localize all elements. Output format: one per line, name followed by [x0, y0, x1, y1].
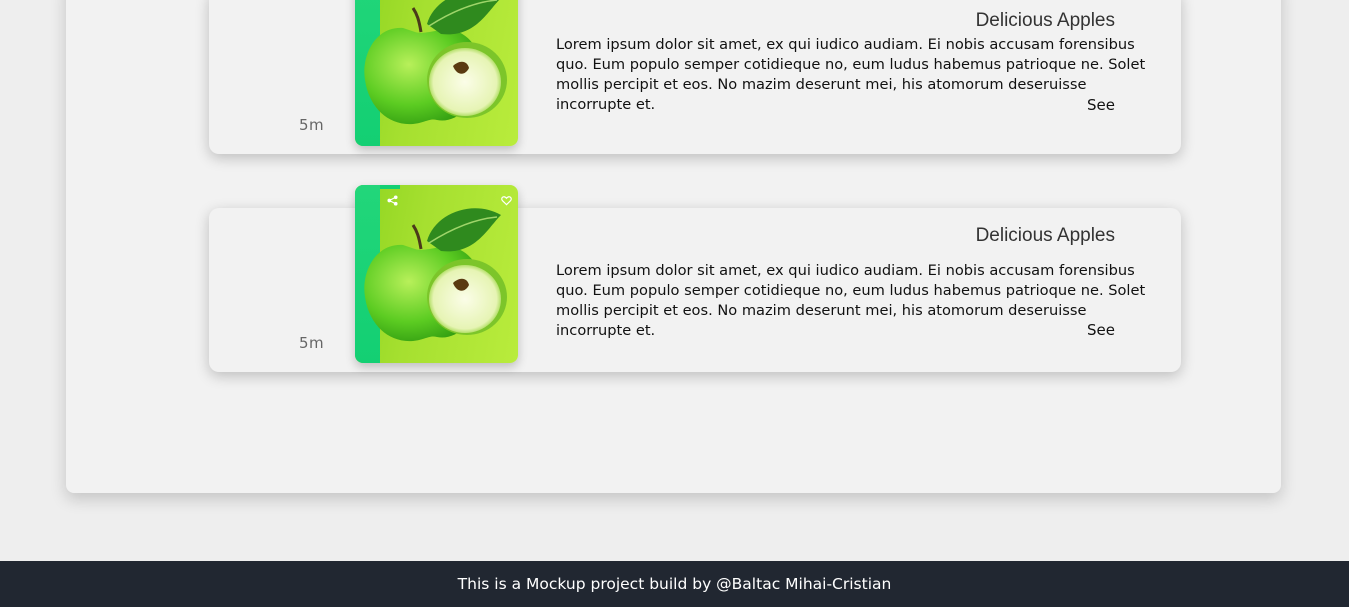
green-apples-image [364, 208, 507, 342]
footer-text: This is a Mockup project build by @Balta… [457, 575, 892, 593]
post-title: Delicious Apples [975, 10, 1115, 31]
post-card: 5m Delicious Apples Lorem ipsum dolor si… [209, 185, 1181, 372]
post-title: Delicious Apples [975, 225, 1115, 246]
see-link[interactable]: See [1087, 96, 1115, 114]
heart-icon[interactable] [499, 193, 513, 207]
post-description: Lorem ipsum dolor sit amet, ex qui iudic… [556, 36, 1146, 113]
post-time: 5m [299, 334, 325, 352]
post-card: 5m Delicious Apples Lorem ipsum dolor si… [209, 0, 1181, 154]
share-icon[interactable] [385, 193, 399, 207]
see-link[interactable]: See [1087, 321, 1115, 339]
post-description: Lorem ipsum dolor sit amet, ex qui iudic… [556, 262, 1146, 339]
footer: This is a Mockup project build by @Balta… [0, 561, 1349, 607]
post-image[interactable] [355, 0, 518, 146]
post-time: 5m [299, 116, 325, 134]
green-apples-image [364, 0, 507, 125]
post-image[interactable] [355, 185, 518, 363]
